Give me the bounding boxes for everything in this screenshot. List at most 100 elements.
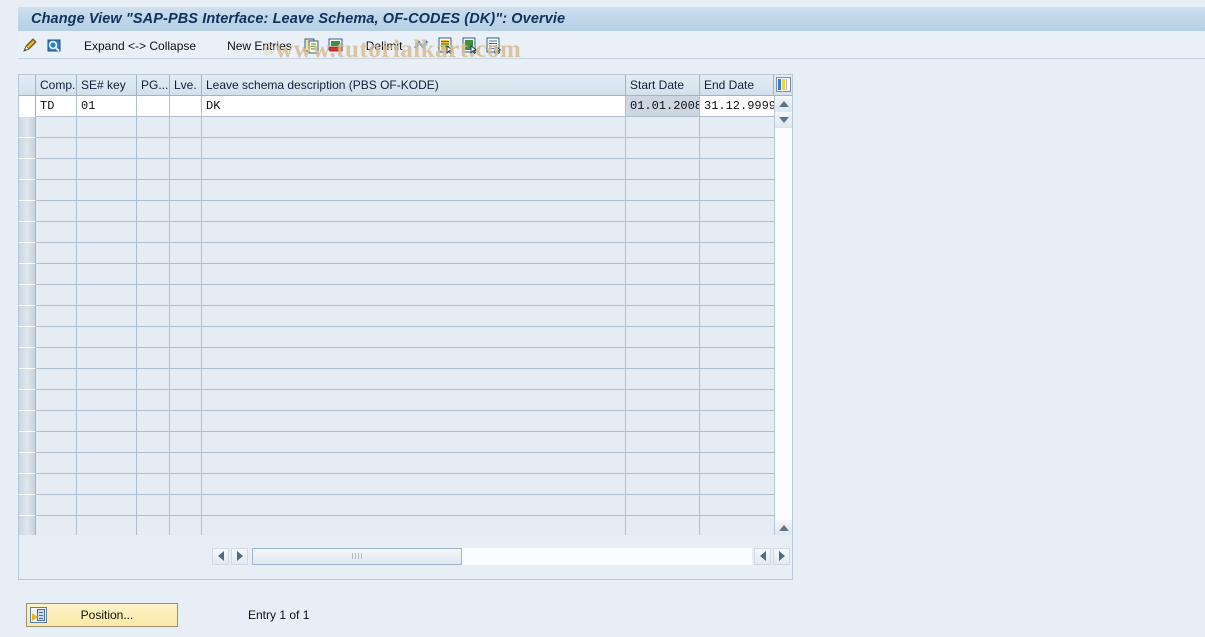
cell-comp[interactable]: [36, 243, 77, 264]
cell-end[interactable]: [700, 348, 774, 369]
cell-se_key[interactable]: [77, 285, 137, 306]
cell-se_key[interactable]: [77, 243, 137, 264]
cell-lve[interactable]: [170, 495, 202, 516]
table-row[interactable]: [19, 201, 792, 222]
cell-end[interactable]: [700, 222, 774, 243]
cell-se_key[interactable]: [77, 495, 137, 516]
cell-lve[interactable]: [170, 222, 202, 243]
cell-se_key[interactable]: [77, 306, 137, 327]
cell-start[interactable]: [626, 243, 700, 264]
table-row[interactable]: [19, 264, 792, 285]
cell-end[interactable]: [700, 495, 774, 516]
cell-comp[interactable]: [36, 138, 77, 159]
cell-lve[interactable]: [170, 453, 202, 474]
cell-start[interactable]: [626, 348, 700, 369]
cell-pg[interactable]: [137, 327, 170, 348]
cell-se_key[interactable]: [77, 348, 137, 369]
cell-se_key[interactable]: [77, 432, 137, 453]
details-button[interactable]: [482, 35, 506, 57]
row-select-button[interactable]: [19, 411, 36, 432]
cell-se_key[interactable]: [77, 180, 137, 201]
horizontal-scroll-track[interactable]: [252, 547, 752, 565]
cell-se_key[interactable]: [77, 159, 137, 180]
cell-comp[interactable]: [36, 264, 77, 285]
cell-se_key[interactable]: [77, 474, 137, 495]
cell-lve[interactable]: [170, 243, 202, 264]
table-row[interactable]: TD 01 DK 01.01.2008 31.12.9999: [19, 96, 792, 117]
cell-end[interactable]: [700, 432, 774, 453]
cell-start[interactable]: [626, 159, 700, 180]
cell-start[interactable]: [626, 474, 700, 495]
cell-desc[interactable]: DK: [202, 96, 626, 117]
column-header-end-date[interactable]: End Date: [700, 75, 774, 96]
cell-lve[interactable]: [170, 411, 202, 432]
cell-desc[interactable]: [202, 474, 626, 495]
cell-start[interactable]: [626, 327, 700, 348]
cell-end[interactable]: [700, 180, 774, 201]
row-select-button[interactable]: [19, 516, 36, 536]
cell-desc[interactable]: [202, 306, 626, 327]
cell-lve[interactable]: [170, 348, 202, 369]
row-select-button[interactable]: [19, 222, 36, 243]
cell-se_key[interactable]: [77, 516, 137, 536]
cell-comp[interactable]: [36, 516, 77, 536]
cell-end[interactable]: [700, 159, 774, 180]
cell-desc[interactable]: [202, 369, 626, 390]
cell-lve[interactable]: [170, 159, 202, 180]
cell-lve[interactable]: [170, 369, 202, 390]
cell-lve[interactable]: [170, 138, 202, 159]
cell-pg[interactable]: [137, 348, 170, 369]
table-row[interactable]: [19, 516, 792, 536]
column-header-se-key[interactable]: SE# key: [77, 75, 137, 96]
cell-se_key[interactable]: [77, 264, 137, 285]
row-select-button[interactable]: [19, 138, 36, 159]
table-row[interactable]: [19, 432, 792, 453]
table-row[interactable]: [19, 495, 792, 516]
cell-start[interactable]: [626, 222, 700, 243]
cell-se_key[interactable]: [77, 390, 137, 411]
cell-desc[interactable]: [202, 516, 626, 536]
row-select-button[interactable]: [19, 180, 36, 201]
row-select-button[interactable]: [19, 243, 36, 264]
cell-se_key[interactable]: [77, 117, 137, 138]
table-row[interactable]: [19, 474, 792, 495]
scroll-right-button-2[interactable]: [773, 547, 790, 565]
row-select-button[interactable]: [19, 96, 36, 117]
cell-start[interactable]: [626, 306, 700, 327]
cell-lve[interactable]: [170, 516, 202, 536]
row-select-button[interactable]: [19, 306, 36, 327]
undo-button[interactable]: [410, 35, 434, 57]
scroll-up-button[interactable]: [775, 96, 792, 112]
cell-end[interactable]: [700, 369, 774, 390]
row-select-button[interactable]: [19, 432, 36, 453]
cell-se_key[interactable]: [77, 369, 137, 390]
delete-button[interactable]: [324, 35, 348, 57]
cell-lve[interactable]: [170, 264, 202, 285]
cell-comp[interactable]: [36, 348, 77, 369]
cell-start[interactable]: [626, 516, 700, 536]
cell-end[interactable]: 31.12.9999: [700, 96, 774, 117]
table-row[interactable]: [19, 369, 792, 390]
scroll-left-button-2[interactable]: [754, 547, 771, 565]
column-header-description[interactable]: Leave schema description (PBS OF-KODE): [202, 75, 626, 96]
cell-desc[interactable]: [202, 159, 626, 180]
cell-desc[interactable]: [202, 348, 626, 369]
cell-comp[interactable]: [36, 453, 77, 474]
cell-end[interactable]: [700, 306, 774, 327]
cell-pg[interactable]: [137, 474, 170, 495]
cell-desc[interactable]: [202, 390, 626, 411]
cell-pg[interactable]: [137, 264, 170, 285]
cell-comp[interactable]: [36, 201, 77, 222]
column-header-pg[interactable]: PG...: [137, 75, 170, 96]
cell-start[interactable]: [626, 495, 700, 516]
cell-comp[interactable]: [36, 159, 77, 180]
cell-end[interactable]: [700, 285, 774, 306]
table-row[interactable]: [19, 138, 792, 159]
display-change-button[interactable]: [18, 35, 42, 57]
cell-end[interactable]: [700, 201, 774, 222]
row-select-button[interactable]: [19, 495, 36, 516]
cell-se_key[interactable]: [77, 327, 137, 348]
scroll-page-up-button[interactable]: [775, 520, 792, 536]
cell-desc[interactable]: [202, 201, 626, 222]
cell-start[interactable]: 01.01.2008: [626, 96, 700, 117]
